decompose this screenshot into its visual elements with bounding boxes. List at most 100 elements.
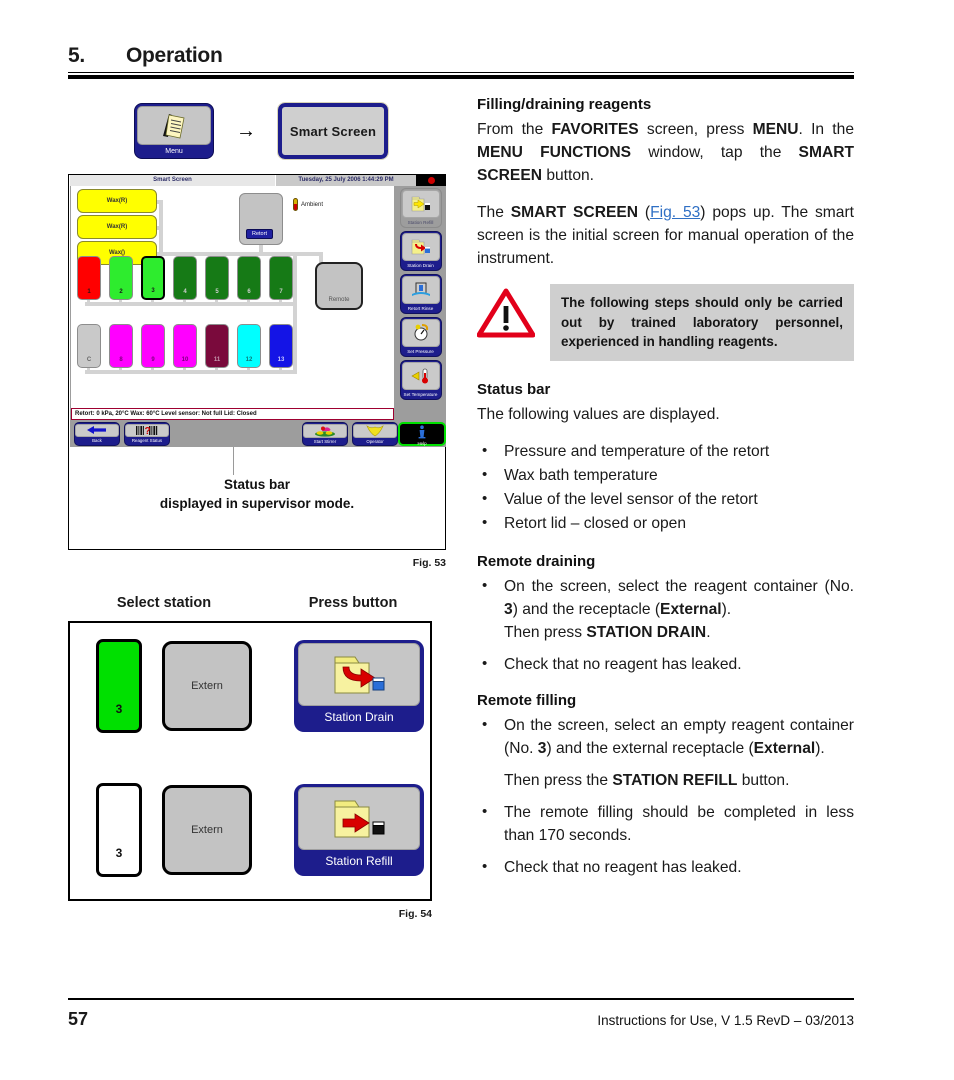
station-13[interactable]: 13 <box>269 324 293 368</box>
start-stirrer-button-face <box>303 423 347 438</box>
warning-triangle-icon <box>476 288 536 338</box>
text: From the <box>477 121 552 138</box>
set-pressure-icon <box>414 324 428 341</box>
station-2[interactable]: 2 <box>109 256 133 300</box>
list-item: Check that no reagent has leaked. <box>477 855 854 879</box>
list-item: On the screen, select the reagent contai… <box>477 574 854 644</box>
set-pressure-button[interactable]: Set Pressure <box>399 317 442 357</box>
station-refill-icon <box>411 196 430 212</box>
station-11[interactable]: 11 <box>205 324 229 368</box>
station-7[interactable]: 7 <box>269 256 293 300</box>
arrow-right-icon: → <box>236 119 256 142</box>
remote-filling-list: On the screen, select an empty reagent c… <box>477 713 854 879</box>
text: . <box>706 623 711 641</box>
station-5[interactable]: 5 <box>205 256 229 300</box>
menu-button[interactable]: Menu <box>134 103 214 159</box>
station-9[interactable]: 9 <box>141 324 165 368</box>
station-3[interactable]: 3 <box>141 256 165 300</box>
station-drain-label: Station Drain <box>407 263 434 268</box>
page-number: 57 <box>68 1009 89 1029</box>
station-refill-button[interactable]: Station Refill <box>399 188 442 228</box>
station-6[interactable]: 6 <box>237 256 261 300</box>
station-refill-button-large[interactable]: Station Refill <box>294 784 424 876</box>
chapter-header: 5. Operation <box>68 44 854 79</box>
retort-rinse-button[interactable]: Retort Rinse <box>399 274 442 314</box>
pipe <box>85 370 297 374</box>
operator-icon <box>366 424 384 436</box>
header-rule-thin <box>68 72 854 73</box>
station-1[interactable]: 1 <box>77 256 101 300</box>
figure-54-row-drain: 3 Extern Station Drain <box>70 633 434 739</box>
menu-document-icon <box>163 113 185 138</box>
list-item: Retort lid – closed or open <box>477 511 854 535</box>
station-12[interactable]: 12 <box>237 324 261 368</box>
selected-station-vial[interactable]: 3 <box>96 639 142 733</box>
stirrer-icon <box>315 426 335 437</box>
heading-filling-draining: Filling/draining reagents <box>477 96 652 113</box>
pipe <box>293 252 297 370</box>
back-button-face <box>75 423 119 437</box>
text: button. <box>737 771 790 789</box>
retort-vessel[interactable]: Retort <box>239 193 283 245</box>
start-stirrer-button[interactable]: Start Stirrer <box>302 421 348 446</box>
station-10[interactable]: 10 <box>173 324 197 368</box>
left-column: Menu → Smart Screen Smart Screen Tuesday… <box>68 92 454 920</box>
station-drain-button[interactable]: Station Drain <box>399 231 442 271</box>
set-temperature-button[interactable]: Set Temperature <box>399 360 442 400</box>
menu-to-smartscreen-row: Menu → Smart Screen <box>68 92 454 170</box>
press-button-heading: Press button <box>308 595 398 611</box>
retort-rinse-icon <box>411 282 430 296</box>
operator-button-face <box>353 423 397 438</box>
retort-rinse-label: Retort Rinse <box>407 306 434 311</box>
smart-screen-button[interactable]: Smart Screen <box>277 102 389 160</box>
warning-box: The following steps should only be carri… <box>476 284 854 361</box>
figure-54: 3 Extern Station Drain 3 Extern Station … <box>68 621 432 901</box>
select-station-heading: Select station <box>116 595 212 611</box>
heading-status-bar: Status bar <box>477 380 551 398</box>
station-4[interactable]: 4 <box>173 256 197 300</box>
list-item: On the screen, select an empty reagent c… <box>477 713 854 792</box>
figure-53-number: Fig. 53 <box>412 557 446 569</box>
station-refill-icon <box>334 800 385 837</box>
extern-receptacle[interactable]: Extern <box>162 641 252 731</box>
back-button[interactable]: Back <box>74 421 120 446</box>
wax-chamber[interactable]: Wax(R) <box>77 189 157 213</box>
figure-54-row-refill: 3 Extern Station Refill <box>70 777 434 883</box>
page-footer: 57 Instructions for Use, V 1.5 RevD – 03… <box>68 998 854 1030</box>
retort-rinse-button-face <box>401 276 440 304</box>
alarm-indicator-icon[interactable] <box>416 175 446 186</box>
station-drain-icon <box>334 656 385 693</box>
right-column: Filling/draining reagents From the FAVOR… <box>476 96 854 893</box>
text: The <box>477 204 511 221</box>
back-label: Back <box>92 437 102 443</box>
figure-54-number: Fig. 54 <box>398 908 432 920</box>
footer-document-info: Instructions for Use, V 1.5 RevD – 03/20… <box>597 1013 854 1028</box>
remote-container[interactable]: Remote <box>315 262 363 310</box>
station-drain-button-large[interactable]: Station Drain <box>294 640 424 732</box>
smart-screen-sidebar: Station Refill Station Drain Retort Rins… <box>395 186 446 408</box>
reagent-status-button[interactable]: ? Reagent Status <box>124 421 170 446</box>
smart-screen-title: Smart Screen <box>70 175 276 186</box>
list-item: The remote filling should be completed i… <box>477 800 854 847</box>
text: ) and the external receptacle ( <box>546 739 754 757</box>
list-item: Wax bath temperature <box>477 463 854 487</box>
term-external: External <box>753 739 816 757</box>
set-temperature-button-face <box>401 362 440 390</box>
station-8[interactable]: 8 <box>109 324 133 368</box>
operator-label: Operator <box>366 438 384 444</box>
station-drain-icon <box>411 239 430 255</box>
smart-screen-toolbar: Back ? Reagent Status Start Stirrer Oper… <box>70 420 446 447</box>
start-stirrer-label: Start Stirrer <box>313 438 337 444</box>
smart-screen-ui: Smart Screen Tuesday, 25 July 2006 1:44:… <box>70 175 446 475</box>
help-button[interactable]: Help <box>398 421 446 446</box>
empty-station-vial[interactable]: 3 <box>96 783 142 877</box>
set-temperature-label: Set Temperature <box>403 392 438 397</box>
station-C[interactable]: C <box>77 324 101 368</box>
wax-chamber[interactable]: Wax(R) <box>77 215 157 239</box>
figure-53-reference-link[interactable]: Fig. 53 <box>650 204 700 221</box>
extern-receptacle[interactable]: Extern <box>162 785 252 875</box>
operator-button[interactable]: Operator <box>352 421 398 446</box>
list-item: Check that no reagent has leaked. <box>477 652 854 676</box>
thermometer-icon <box>293 198 298 211</box>
list-item: Value of the level sensor of the retort <box>477 487 854 511</box>
